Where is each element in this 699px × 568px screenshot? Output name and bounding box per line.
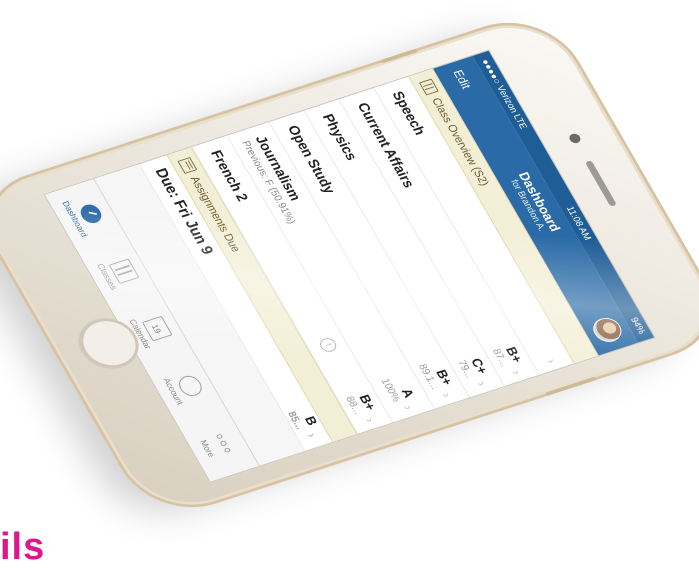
classes-icon	[418, 78, 439, 96]
chevron-right-icon: ›	[439, 390, 456, 400]
assignments-icon	[177, 157, 198, 174]
chevron-right-icon: ›	[303, 430, 321, 440]
chevron-right-icon: ›	[543, 356, 561, 366]
avatar[interactable]	[588, 314, 627, 346]
phone-device: ●●●●○ Verizon LTE 11:08 AM 94% Edit Dash…	[0, 12, 699, 518]
chevron-right-icon: ›	[400, 403, 418, 412]
chevron-right-icon: ›	[473, 379, 491, 388]
chevron-right-icon: ›	[362, 415, 379, 425]
corner-brand-text: ils	[0, 526, 46, 568]
chevron-right-icon: ›	[508, 368, 526, 377]
edit-button[interactable]: Edit	[451, 68, 475, 90]
